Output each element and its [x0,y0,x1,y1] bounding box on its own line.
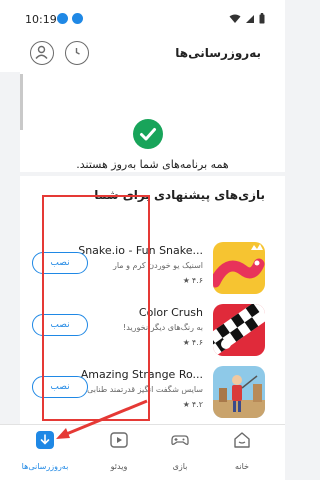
nav-label: ویدئو [110,462,128,471]
rating-value: ۴.۲ [191,400,203,409]
app-description: اسنیک یو خوردن کرم و مار [113,261,203,270]
profile-button[interactable] [30,41,54,65]
nav-games[interactable]: بازی [155,431,205,471]
star-icon: ★ [182,338,190,347]
nav-home[interactable]: خانه [217,431,267,471]
signal-icon [246,14,254,23]
home-icon [234,432,250,448]
install-button[interactable]: نصب [32,376,88,398]
app-row-snake[interactable]: Snake.io - Fun Snake... اسنیک یو خوردن ک… [20,238,285,298]
user-icon [35,45,48,59]
history-button[interactable] [65,41,89,65]
up-to-date-message: همه برنامه‌های شما به‌روز هستند. [76,158,229,171]
page-title: به‌روزرسانی‌ها [175,46,261,60]
color-crush-app-icon[interactable] [213,304,265,356]
status-bar: 10:19 [0,0,285,36]
app-row-strange-rope[interactable]: Amazing Strange Ro... سایس شگفت انگیز قد… [20,362,285,422]
nav-video[interactable]: ویدئو [94,431,144,471]
app-name[interactable]: Amazing Strange Ro... [73,368,203,381]
app-header: به‌روزرسانی‌ها [0,36,285,72]
section-title: بازی‌های پیشنهادی برای شما [94,188,265,202]
nav-label: بازی [172,462,188,471]
nav-updates[interactable]: به‌روزرسانی‌ها [20,431,70,471]
status-time: 10:19 [25,13,57,26]
notification-icon [57,13,68,24]
notification-icon [72,13,83,24]
download-icon [36,431,54,449]
nav-label: به‌روزرسانی‌ها [21,462,69,471]
wifi-icon [229,14,241,23]
star-icon: ★ [182,276,190,285]
install-button[interactable]: نصب [32,252,88,274]
app-name[interactable]: Snake.io - Fun Snake... [73,244,203,257]
gamepad-icon [171,435,189,445]
install-button[interactable]: نصب [32,314,88,336]
star-icon: ★ [182,400,190,409]
battery-icon [259,13,265,24]
bottom-navigation: به‌روزرسانی‌ها ویدئو بازی خانه [0,424,285,480]
video-icon [110,432,128,448]
status-icons [229,13,265,24]
strange-rope-app-icon[interactable] [213,366,265,418]
app-rating: ★ ۴.۶ [183,276,203,285]
rating-value: ۴.۶ [191,276,203,285]
app-row-color-crush[interactable]: Color Crush به رنگ‌های دیگر نخورید! ★ ۴.… [20,300,285,360]
rating-value: ۴.۶ [191,338,203,347]
scroll-indicator[interactable] [20,74,23,130]
nav-label: خانه [235,462,249,471]
check-icon [133,119,163,149]
clock-icon [75,48,80,55]
snake-app-icon[interactable] [213,242,265,294]
app-rating: ★ ۴.۶ [183,338,203,347]
suggested-games-card: بازی‌های پیشنهادی برای شما Snake.io - Fu… [20,176,285,424]
app-description: سایس شگفت انگیز قدرتمند طنابی [87,385,203,394]
app-rating: ★ ۴.۲ [183,400,203,409]
app-description: به رنگ‌های دیگر نخورید! [123,323,203,332]
app-name[interactable]: Color Crush [73,306,203,319]
